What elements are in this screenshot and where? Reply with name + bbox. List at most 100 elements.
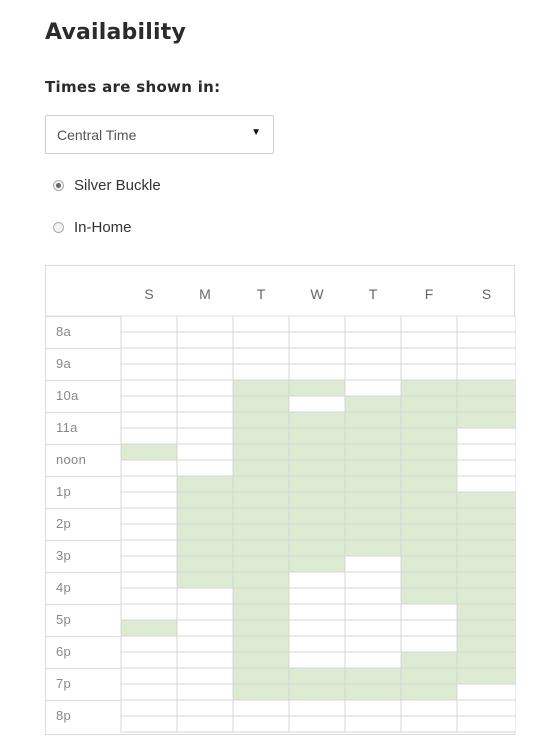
- slot-available[interactable]: [288, 491, 346, 509]
- slot-unavailable[interactable]: [232, 331, 290, 349]
- radio-silver-buckle[interactable]: Silver Buckle: [53, 175, 161, 195]
- slot-unavailable[interactable]: [232, 315, 290, 333]
- slot-unavailable[interactable]: [400, 363, 458, 381]
- slot-available[interactable]: [400, 379, 458, 397]
- slot-unavailable[interactable]: [344, 555, 402, 573]
- slot-unavailable[interactable]: [176, 635, 234, 653]
- slot-unavailable[interactable]: [120, 571, 178, 589]
- slot-available[interactable]: [344, 395, 402, 413]
- slot-unavailable[interactable]: [456, 363, 516, 381]
- slot-unavailable[interactable]: [400, 715, 458, 733]
- slot-unavailable[interactable]: [456, 683, 516, 701]
- slot-available[interactable]: [232, 427, 290, 445]
- slot-unavailable[interactable]: [176, 347, 234, 365]
- slot-available[interactable]: [176, 555, 234, 573]
- slot-unavailable[interactable]: [176, 715, 234, 733]
- slot-available[interactable]: [456, 667, 516, 685]
- slot-available[interactable]: [176, 507, 234, 525]
- slot-unavailable[interactable]: [344, 571, 402, 589]
- slot-unavailable[interactable]: [176, 699, 234, 717]
- slot-unavailable[interactable]: [344, 603, 402, 621]
- slot-available[interactable]: [456, 507, 516, 525]
- slot-unavailable[interactable]: [400, 699, 458, 717]
- slot-available[interactable]: [232, 683, 290, 701]
- slot-unavailable[interactable]: [288, 331, 346, 349]
- slot-available[interactable]: [232, 571, 290, 589]
- slot-available[interactable]: [400, 651, 458, 669]
- slot-available[interactable]: [232, 443, 290, 461]
- slot-available[interactable]: [400, 555, 458, 573]
- slot-available[interactable]: [456, 411, 516, 429]
- slot-unavailable[interactable]: [288, 571, 346, 589]
- slot-unavailable[interactable]: [120, 539, 178, 557]
- slot-unavailable[interactable]: [456, 347, 516, 365]
- slot-available[interactable]: [344, 443, 402, 461]
- slot-available[interactable]: [288, 667, 346, 685]
- slot-unavailable[interactable]: [176, 379, 234, 397]
- slot-unavailable[interactable]: [288, 651, 346, 669]
- slot-unavailable[interactable]: [456, 459, 516, 477]
- slot-unavailable[interactable]: [344, 699, 402, 717]
- slot-available[interactable]: [456, 379, 516, 397]
- slot-available[interactable]: [344, 427, 402, 445]
- slot-available[interactable]: [400, 491, 458, 509]
- slot-available[interactable]: [400, 427, 458, 445]
- slot-available[interactable]: [232, 667, 290, 685]
- slot-available[interactable]: [288, 459, 346, 477]
- slot-unavailable[interactable]: [288, 635, 346, 653]
- slot-available[interactable]: [232, 539, 290, 557]
- slot-available[interactable]: [344, 491, 402, 509]
- slot-unavailable[interactable]: [456, 715, 516, 733]
- slot-unavailable[interactable]: [288, 619, 346, 637]
- slot-unavailable[interactable]: [120, 475, 178, 493]
- slot-available[interactable]: [400, 459, 458, 477]
- slot-unavailable[interactable]: [176, 683, 234, 701]
- slot-unavailable[interactable]: [288, 315, 346, 333]
- slot-available[interactable]: [232, 491, 290, 509]
- slot-available[interactable]: [232, 619, 290, 637]
- slot-unavailable[interactable]: [456, 475, 516, 493]
- slot-available[interactable]: [456, 651, 516, 669]
- slot-available[interactable]: [456, 603, 516, 621]
- slot-unavailable[interactable]: [232, 715, 290, 733]
- slot-unavailable[interactable]: [120, 459, 178, 477]
- slot-unavailable[interactable]: [120, 635, 178, 653]
- slot-available[interactable]: [344, 411, 402, 429]
- slot-available[interactable]: [344, 459, 402, 477]
- slot-unavailable[interactable]: [120, 395, 178, 413]
- slot-available[interactable]: [176, 523, 234, 541]
- slot-unavailable[interactable]: [344, 363, 402, 381]
- slot-unavailable[interactable]: [120, 667, 178, 685]
- slot-unavailable[interactable]: [456, 443, 516, 461]
- slot-available[interactable]: [400, 395, 458, 413]
- slot-available[interactable]: [232, 379, 290, 397]
- slot-unavailable[interactable]: [232, 363, 290, 381]
- slot-unavailable[interactable]: [120, 331, 178, 349]
- slot-unavailable[interactable]: [176, 363, 234, 381]
- slot-unavailable[interactable]: [120, 411, 178, 429]
- slot-unavailable[interactable]: [120, 427, 178, 445]
- slot-unavailable[interactable]: [120, 715, 178, 733]
- slot-unavailable[interactable]: [120, 379, 178, 397]
- slot-unavailable[interactable]: [456, 315, 516, 333]
- slot-unavailable[interactable]: [176, 459, 234, 477]
- slot-available[interactable]: [456, 619, 516, 637]
- slot-available[interactable]: [400, 411, 458, 429]
- slot-unavailable[interactable]: [120, 363, 178, 381]
- slot-available[interactable]: [344, 475, 402, 493]
- slot-unavailable[interactable]: [120, 699, 178, 717]
- slot-unavailable[interactable]: [344, 619, 402, 637]
- slot-unavailable[interactable]: [400, 315, 458, 333]
- slot-unavailable[interactable]: [288, 587, 346, 605]
- slot-available[interactable]: [288, 507, 346, 525]
- timezone-select[interactable]: Central Time ▼: [45, 115, 274, 154]
- slot-unavailable[interactable]: [400, 347, 458, 365]
- slot-unavailable[interactable]: [176, 411, 234, 429]
- slot-unavailable[interactable]: [176, 395, 234, 413]
- slot-available[interactable]: [400, 587, 458, 605]
- slot-available[interactable]: [344, 667, 402, 685]
- slot-unavailable[interactable]: [288, 347, 346, 365]
- slot-available[interactable]: [288, 523, 346, 541]
- slot-unavailable[interactable]: [120, 651, 178, 669]
- slot-unavailable[interactable]: [176, 667, 234, 685]
